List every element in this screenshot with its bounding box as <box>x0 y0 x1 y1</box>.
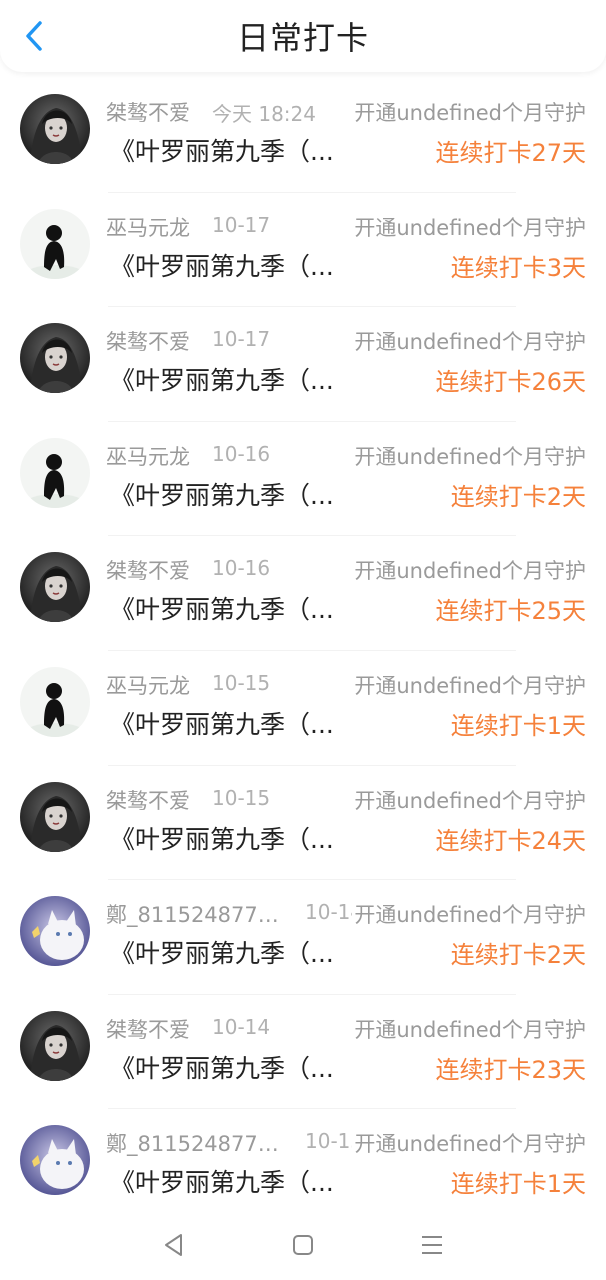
avatar[interactable] <box>20 666 90 737</box>
avatar[interactable] <box>20 781 90 852</box>
guard-text: 开通undefined个月守护 <box>352 669 586 700</box>
guard-text: 开通undefined个月守护 <box>352 440 586 471</box>
avatar[interactable] <box>20 208 90 279</box>
avatar[interactable] <box>20 1125 90 1196</box>
checkin-time: 10-14 <box>212 1014 271 1039</box>
menu-lines-icon <box>421 1236 442 1254</box>
guard-text: 开通undefined个月守护 <box>352 1128 586 1159</box>
checkin-time: 10-16 <box>212 556 271 581</box>
song-title: 《叶罗丽第九季（... <box>110 824 334 854</box>
checkin-row[interactable]: 桀骜不爱 10-17 开通undefined个月守护 《叶罗丽第九季（... 连… <box>0 307 606 422</box>
checkin-row[interactable]: 巫马元龙 10-17 开通undefined个月守护 《叶罗丽第九季（... 连… <box>0 193 606 308</box>
page-title: 日常打卡 <box>236 19 369 57</box>
guard-text: 开通undefined个月守护 <box>352 326 586 357</box>
checkin-row[interactable]: 桀骜不爱 10-15 开通undefined个月守护 《叶罗丽第九季（... 连… <box>0 766 606 881</box>
streak-text: 连续打卡2天 <box>450 941 586 970</box>
avatar[interactable] <box>20 323 90 394</box>
system-nav-bar <box>0 1210 606 1280</box>
user-name[interactable]: 鄭_8115248771... <box>106 899 281 929</box>
home-square-icon <box>292 1235 313 1255</box>
song-title: 《叶罗丽第九季（... <box>110 1168 334 1198</box>
guard-text: 开通undefined个月守护 <box>352 555 586 586</box>
nav-menu-button[interactable] <box>412 1225 452 1265</box>
avatar[interactable] <box>20 437 90 508</box>
checkin-row[interactable]: 巫马元龙 10-15 开通undefined个月守护 《叶罗丽第九季（... 连… <box>0 651 606 766</box>
song-title: 《叶罗丽第九季（... <box>110 1053 334 1083</box>
checkin-time: 10-17 <box>212 327 271 352</box>
checkin-row[interactable]: 桀骜不爱 今天 18:24 开通undefined个月守护 《叶罗丽第九季（..… <box>0 78 606 193</box>
song-title: 《叶罗丽第九季（... <box>110 137 334 166</box>
streak-text: 连续打卡23天 <box>435 1055 586 1084</box>
back-triangle-icon <box>165 1234 183 1256</box>
guard-text: 开通undefined个月守护 <box>352 1013 586 1044</box>
guard-text: 开通undefined个月守护 <box>352 899 586 930</box>
checkin-list: 桀骜不爱 今天 18:24 开通undefined个月守护 《叶罗丽第九季（..… <box>0 78 606 1224</box>
streak-text: 连续打卡1天 <box>450 711 586 740</box>
checkin-time: 10-17 <box>212 212 271 237</box>
checkin-row[interactable]: 鄭_8115248771... 10-14 开通undefined个月守护 《叶… <box>0 880 606 995</box>
checkin-time: 10-15 <box>212 785 271 810</box>
streak-text: 连续打卡3天 <box>450 253 586 282</box>
checkin-time: 今天 18:24 <box>212 102 316 126</box>
song-title: 《叶罗丽第九季（... <box>110 709 334 739</box>
song-title: 《叶罗丽第九季（... <box>110 366 334 396</box>
checkin-time: 10-16 <box>212 441 271 466</box>
avatar[interactable] <box>20 1010 90 1081</box>
streak-text: 连续打卡24天 <box>435 826 586 855</box>
avatar[interactable] <box>20 896 90 967</box>
header-bar: 日常打卡 <box>0 0 606 72</box>
streak-text: 连续打卡1天 <box>450 1170 586 1199</box>
avatar[interactable] <box>20 94 90 164</box>
checkin-row[interactable]: 巫马元龙 10-16 开通undefined个月守护 《叶罗丽第九季（... 连… <box>0 422 606 537</box>
user-name[interactable]: 鄭_8115248771... <box>106 1128 281 1158</box>
checkin-time: 10-15 <box>212 670 271 695</box>
checkin-row[interactable]: 桀骜不爱 10-14 开通undefined个月守护 《叶罗丽第九季（... 连… <box>0 995 606 1110</box>
avatar[interactable] <box>20 552 90 623</box>
streak-text: 连续打卡25天 <box>435 597 586 626</box>
streak-text: 连续打卡26天 <box>435 368 586 397</box>
song-title: 《叶罗丽第九季（... <box>110 251 334 281</box>
song-title: 《叶罗丽第九季（... <box>110 480 334 510</box>
checkin-row[interactable]: 鄭_8115248771... 10-13 开通undefined个月守护 《叶… <box>0 1109 606 1224</box>
checkin-row[interactable]: 桀骜不爱 10-16 开通undefined个月守护 《叶罗丽第九季（... 连… <box>0 536 606 651</box>
streak-text: 连续打卡27天 <box>435 139 586 167</box>
song-title: 《叶罗丽第九季（... <box>110 595 334 625</box>
nav-back-button[interactable] <box>154 1225 194 1265</box>
song-title: 《叶罗丽第九季（... <box>110 939 334 969</box>
app-screen: 日常打卡 桀骜不爱 今天 18:24 开通undefined个月守护 《叶罗丽第… <box>0 0 606 1280</box>
streak-text: 连续打卡2天 <box>450 482 586 511</box>
chevron-left-icon <box>26 21 42 51</box>
back-button[interactable] <box>16 18 52 54</box>
nav-home-button[interactable] <box>283 1225 323 1265</box>
guard-text: 开通undefined个月守护 <box>352 97 586 127</box>
guard-text: 开通undefined个月守护 <box>352 784 586 815</box>
guard-text: 开通undefined个月守护 <box>352 211 586 242</box>
